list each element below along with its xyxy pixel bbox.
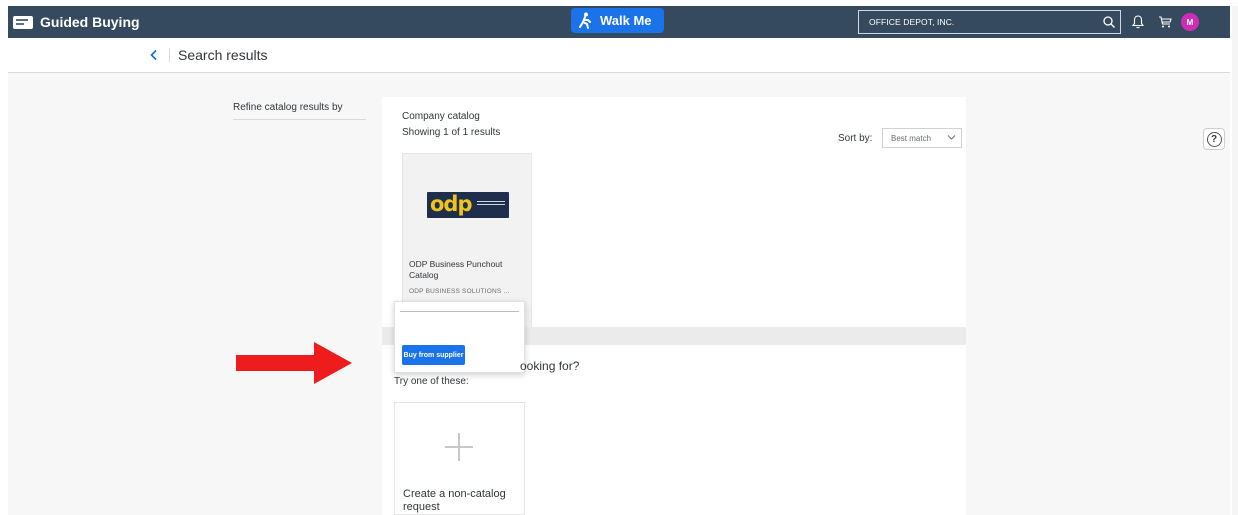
plus-icon <box>445 433 473 461</box>
card-supplier: ODP BUSINESS SOLUTIONS ... <box>409 288 510 295</box>
sub-header: Search results <box>8 38 1230 73</box>
brand[interactable]: Guided Buying <box>13 14 140 30</box>
help-icon[interactable]: ? <box>1203 128 1225 150</box>
annotation-arrow-icon <box>236 342 352 384</box>
walk-icon <box>579 12 591 29</box>
top-bar: Guided Buying Walk Me OFFICE DEPOT, INC.… <box>8 6 1230 38</box>
logo-subtext <box>477 201 505 208</box>
cart-icon[interactable] <box>1158 15 1172 29</box>
search-field[interactable]: OFFICE DEPOT, INC. <box>858 10 1121 34</box>
odp-logo-text: odp <box>430 192 472 216</box>
noncatalog-card[interactable]: Create a non-catalog request <box>394 402 525 515</box>
app-logo-icon <box>13 15 33 29</box>
sort-select[interactable]: Best match <box>882 128 962 148</box>
suggestions-heading: ooking for? <box>520 359 580 373</box>
divider <box>400 311 519 312</box>
search-value: OFFICE DEPOT, INC. <box>869 17 955 27</box>
refine-label: Refine catalog results by <box>233 102 343 113</box>
search-icon[interactable] <box>1102 15 1116 29</box>
chevron-down-icon <box>947 135 956 140</box>
catalog-heading: Company catalog <box>402 111 480 122</box>
sort-value: Best match <box>891 134 932 143</box>
results-count: Showing 1 of 1 results <box>402 127 501 138</box>
avatar[interactable]: M <box>1181 13 1199 31</box>
page-title: Search results <box>178 47 268 63</box>
scrollbar[interactable] <box>1232 6 1238 515</box>
walkme-label: Walk Me <box>600 13 652 28</box>
back-icon[interactable] <box>149 49 159 61</box>
card-title[interactable]: ODP Business Punchout Catalog <box>409 259 527 281</box>
catalog-panel: Company catalog Showing 1 of 1 results S… <box>382 97 966 329</box>
bell-icon[interactable] <box>1132 15 1144 29</box>
card-popup: Buy from supplier <box>394 301 525 373</box>
app-title: Guided Buying <box>40 14 140 30</box>
main-content: Refine catalog results by Company catalo… <box>8 73 1230 515</box>
buy-from-supplier-button[interactable]: Buy from supplier <box>402 345 465 365</box>
noncatalog-label: Create a non-catalog request <box>403 488 506 513</box>
odp-logo: odp <box>427 192 509 218</box>
walkme-button[interactable]: Walk Me <box>571 8 664 33</box>
try-text: Try one of these: <box>394 376 469 387</box>
sort-label: Sort by: <box>838 133 873 144</box>
divider <box>169 48 170 62</box>
divider <box>233 119 366 120</box>
